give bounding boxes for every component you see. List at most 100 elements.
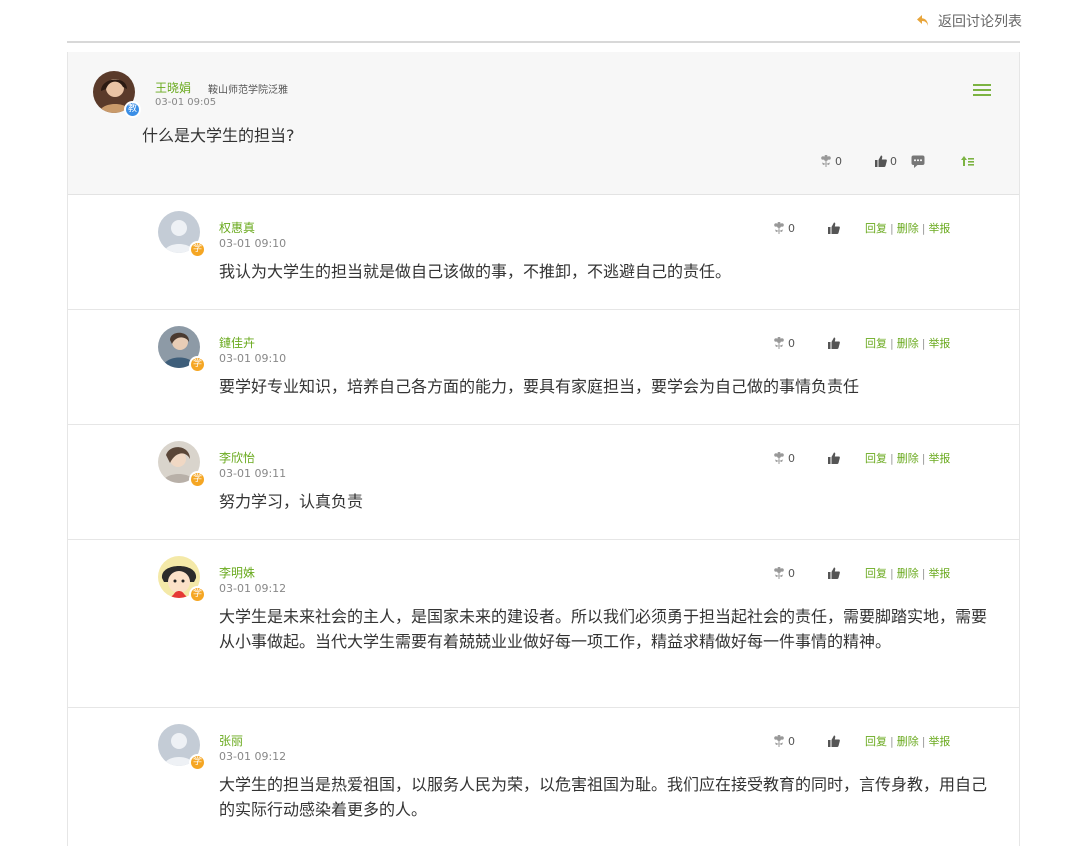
reply-button[interactable]: 回复 [865, 337, 887, 350]
return-arrow-icon [917, 15, 928, 26]
send-flower-button[interactable]: 0 [773, 221, 795, 235]
send-flower-button[interactable]: 0 [773, 451, 795, 465]
reply-author-name[interactable]: 鏈佳卉 [219, 334, 255, 351]
comment-icon [911, 155, 925, 168]
flower-count: 0 [835, 154, 842, 168]
report-button[interactable]: 举报 [928, 222, 950, 235]
top-bar: 返回讨论列表 [0, 0, 1080, 42]
reply-actions: 0 回复 | 删除 | 举报 [773, 334, 950, 352]
flower-icon [774, 336, 784, 349]
reply-button[interactable]: 回复 [865, 735, 887, 748]
comment-button[interactable] [911, 155, 925, 168]
original-post: 教 王晓娟 鞍山师范学院泛雅 03-01 09:05 什么是大学生的担当? 0 … [68, 52, 1019, 195]
reply-author-name[interactable]: 权惠真 [219, 219, 255, 236]
reply-author-name[interactable]: 李明姝 [219, 564, 255, 581]
flower-icon [821, 154, 831, 167]
like-button[interactable] [827, 222, 840, 234]
flower-icon [774, 734, 784, 747]
pin-to-top-icon [961, 156, 974, 166]
like-button[interactable]: 0 [874, 155, 897, 168]
student-role-badge: 学 [189, 471, 206, 488]
send-flower-button[interactable]: 0 [773, 566, 795, 580]
like-button[interactable] [827, 337, 840, 349]
delete-button[interactable]: 删除 [897, 222, 919, 235]
reply-time: 03-01 09:10 [219, 237, 287, 250]
reply-author-name[interactable]: 李欣怡 [219, 449, 255, 466]
flower-count: 0 [788, 566, 795, 580]
pin-top-button[interactable] [961, 155, 974, 167]
reply-actions: 0 回复 | 删除 | 举报 [773, 219, 950, 237]
reply-item: 学 权惠真 03-01 09:10 我认为大学生的担当就是做自己该做的事，不推卸… [68, 195, 1019, 310]
thumbs-up-icon [828, 735, 840, 747]
student-role-badge: 学 [189, 586, 206, 603]
thumbs-up-icon [875, 155, 887, 167]
student-role-badge: 学 [189, 241, 206, 258]
thumbs-up-icon [828, 452, 840, 464]
reply-avatar[interactable]: 学 [158, 211, 206, 258]
flower-icon [774, 566, 784, 579]
discussion-thread: 教 王晓娟 鞍山师范学院泛雅 03-01 09:05 什么是大学生的担当? 0 … [67, 52, 1020, 846]
report-button[interactable]: 举报 [928, 735, 950, 748]
post-time: 03-01 09:05 [155, 97, 217, 108]
reply-text: 要学好专业知识，培养自己各方面的能力，要具有家庭担当，要学会为自己做的事情负责任 [219, 377, 860, 396]
send-flower-button[interactable]: 0 [820, 154, 842, 168]
like-button[interactable] [827, 735, 840, 747]
flower-icon [774, 221, 784, 234]
reply-item: 学 李明姝 03-01 09:12 大学生是未来社会的主人，是国家未来的建设者。… [68, 540, 1019, 708]
reply-actions: 0 回复 | 删除 | 举报 [773, 732, 950, 750]
flower-count: 0 [788, 734, 795, 748]
reply-avatar[interactable]: 学 [158, 441, 206, 488]
reply-actions: 0 回复 | 删除 | 举报 [773, 449, 950, 467]
post-menu-icon[interactable] [973, 84, 991, 98]
delete-button[interactable]: 删除 [897, 735, 919, 748]
flower-count: 0 [788, 336, 795, 350]
report-button[interactable]: 举报 [928, 567, 950, 580]
back-to-list-label: 返回讨论列表 [938, 14, 1022, 30]
report-button[interactable]: 举报 [928, 452, 950, 465]
thumbs-up-icon [828, 337, 840, 349]
like-button[interactable] [827, 452, 840, 464]
reply-time: 03-01 09:10 [219, 352, 287, 365]
reply-item: 学 张丽 03-01 09:12 大学生的担当是热爱祖国，以服务人民为荣，以危害… [68, 708, 1019, 846]
reply-text: 大学生的担当是热爱祖国，以服务人民为荣，以危害祖国为耻。我们应在接受教育的同时，… [219, 775, 988, 819]
reply-avatar[interactable]: 学 [158, 724, 206, 771]
flower-count: 0 [788, 451, 795, 465]
reply-button[interactable]: 回复 [865, 567, 887, 580]
reply-avatar[interactable]: 学 [158, 556, 206, 603]
reply-time: 03-01 09:12 [219, 582, 287, 595]
delete-button[interactable]: 删除 [897, 337, 919, 350]
post-actions: 0 0 [820, 152, 974, 170]
reply-author-name[interactable]: 张丽 [219, 732, 243, 749]
author-avatar[interactable]: 教 [93, 71, 141, 118]
reply-item: 学 鏈佳卉 03-01 09:10 要学好专业知识，培养自己各方面的能力，要具有… [68, 310, 1019, 425]
like-button[interactable] [827, 567, 840, 579]
author-school: 鞍山师范学院泛雅 [208, 85, 288, 96]
reply-text: 我认为大学生的担当就是做自己该做的事，不推卸，不逃避自己的责任。 [219, 262, 732, 281]
back-to-list-link[interactable]: 返回讨论列表 [916, 11, 1022, 31]
reply-button[interactable]: 回复 [865, 222, 887, 235]
reply-avatar[interactable]: 学 [158, 326, 206, 373]
thumbs-up-icon [828, 222, 840, 234]
reply-text: 大学生是未来社会的主人，是国家未来的建设者。所以我们必须勇于担当起社会的责任，需… [219, 607, 988, 651]
reply-text: 努力学习，认真负责 [219, 492, 364, 511]
reply-actions: 0 回复 | 删除 | 举报 [773, 564, 950, 582]
delete-button[interactable]: 删除 [897, 452, 919, 465]
send-flower-button[interactable]: 0 [773, 336, 795, 350]
teacher-role-badge: 教 [124, 101, 141, 118]
reply-time: 03-01 09:12 [219, 750, 287, 763]
reply-item: 学 李欣怡 03-01 09:11 努力学习，认真负责 0 回复 | 删除 | 举报 [68, 425, 1019, 540]
flower-count: 0 [788, 221, 795, 235]
reply-time: 03-01 09:11 [219, 467, 287, 480]
thumbs-up-icon [828, 567, 840, 579]
reply-button[interactable]: 回复 [865, 452, 887, 465]
like-count: 0 [890, 154, 897, 168]
author-name[interactable]: 王晓娟 [155, 79, 191, 96]
student-role-badge: 学 [189, 356, 206, 373]
header-divider [67, 41, 1020, 43]
send-flower-button[interactable]: 0 [773, 734, 795, 748]
report-button[interactable]: 举报 [928, 337, 950, 350]
delete-button[interactable]: 删除 [897, 567, 919, 580]
post-question: 什么是大学生的担当? [142, 126, 295, 145]
flower-icon [774, 451, 784, 464]
student-role-badge: 学 [189, 754, 206, 771]
